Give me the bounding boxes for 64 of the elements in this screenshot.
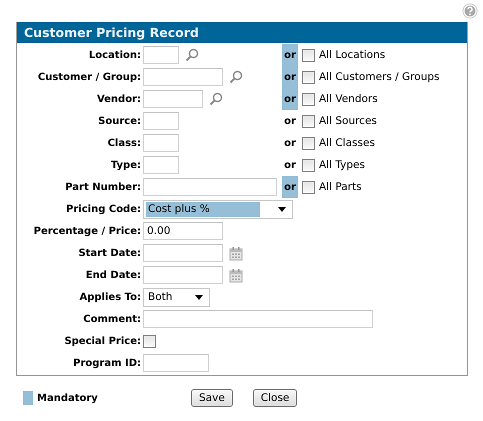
field-label: Part Number: [64, 182, 141, 192]
checkbox-label: All Locations [319, 49, 386, 61]
search-icon[interactable] [185, 48, 199, 62]
action-button[interactable]: Close [252, 389, 298, 407]
dropdown[interactable]: Both [143, 288, 210, 306]
checkbox[interactable] [302, 180, 315, 194]
text-field[interactable] [143, 354, 209, 372]
action-button[interactable]: Save [191, 389, 233, 407]
checkbox-label: All Classes [319, 137, 375, 149]
calendar-icon[interactable] [229, 268, 243, 282]
text-field[interactable] [143, 90, 203, 108]
text-field[interactable] [143, 156, 179, 174]
search-icon[interactable] [229, 70, 243, 84]
text-field[interactable] [143, 178, 277, 196]
or-label: or [283, 136, 297, 150]
caret-icon [195, 294, 203, 300]
checkbox[interactable] [302, 70, 315, 84]
text-field[interactable] [143, 134, 179, 152]
dropdown[interactable]: Cost plus % [143, 200, 293, 218]
field-label: Source: [97, 116, 141, 126]
or-label: or [282, 66, 298, 88]
or-label: or [282, 176, 298, 198]
date-field[interactable] [143, 266, 223, 284]
calendar-icon[interactable] [229, 246, 243, 260]
checkbox[interactable] [302, 158, 315, 172]
checkbox-label: All Sources [319, 115, 377, 127]
checkbox[interactable] [302, 114, 315, 128]
field-label: Applies To: [78, 292, 141, 302]
search-icon[interactable] [209, 92, 223, 106]
panel-title: Customer Pricing Record [17, 22, 467, 43]
field-label: Program ID: [72, 358, 141, 368]
field-label: Location: [88, 50, 141, 60]
field-label: Pricing Code: [65, 204, 141, 214]
checkbox-label: All Vendors [319, 93, 378, 105]
field-label: End Date: [84, 270, 141, 280]
checkbox-label: All Types [319, 159, 365, 171]
field-label: Customer / Group: [36, 72, 141, 82]
checkbox-label: All Parts [319, 181, 362, 193]
caret-icon [278, 206, 286, 212]
text-field[interactable] [143, 310, 373, 328]
field-label: Class: [106, 138, 141, 148]
field-label: Type: [110, 160, 141, 170]
field-label: Comment: [82, 314, 141, 324]
or-label: or [283, 114, 297, 128]
checkbox[interactable] [302, 136, 315, 150]
or-label: or [283, 158, 297, 172]
text-field[interactable] [143, 46, 179, 64]
text-field[interactable] [143, 112, 179, 130]
field-label: Percentage / Price: [32, 226, 141, 236]
or-label: or [282, 44, 298, 66]
text-field[interactable] [143, 68, 223, 86]
mandatory-swatch [23, 391, 33, 405]
help-icon[interactable] [462, 3, 478, 19]
checkbox[interactable] [143, 334, 156, 348]
text-field[interactable]: 0.00 [143, 222, 223, 240]
or-label: or [282, 88, 298, 110]
field-label: Special Price: [63, 336, 141, 346]
field-label: Start Date: [77, 248, 141, 258]
checkbox-label: All Customers / Groups [319, 71, 440, 83]
legend-label: Mandatory [37, 392, 98, 404]
field-label: Vendor: [96, 94, 141, 104]
checkbox[interactable] [302, 92, 315, 106]
checkbox[interactable] [302, 48, 315, 62]
date-field[interactable] [143, 244, 223, 262]
